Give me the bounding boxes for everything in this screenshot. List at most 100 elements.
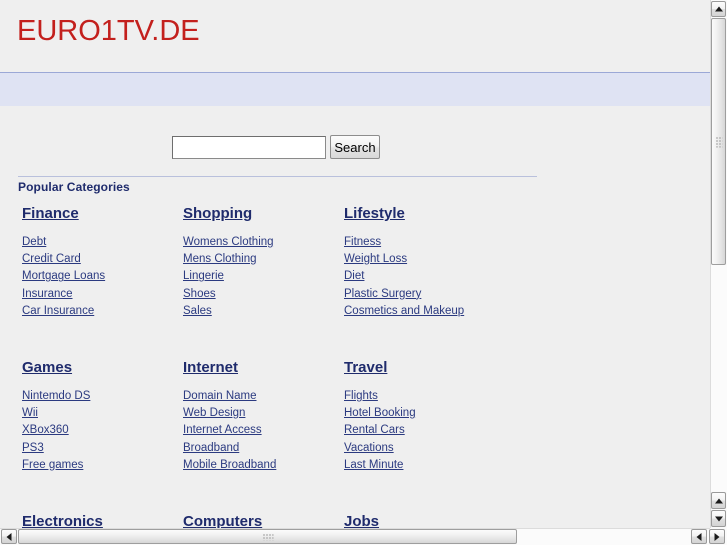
list-item: Shoes [183,285,353,302]
category-heading-internet[interactable]: Internet [183,360,238,376]
category-heading-games[interactable]: Games [22,360,72,376]
category-column-shopping: Shopping Womens Clothing Mens Clothing L… [183,205,353,319]
list-item: Diet [344,267,514,284]
section-divider [18,176,537,177]
list-item: Car Insurance [22,302,192,319]
list-item: Womens Clothing [183,233,353,250]
search-input[interactable] [172,136,326,159]
site-logo[interactable]: EURO1TV.DE [17,15,200,48]
grip-icon [262,533,273,540]
category-link[interactable]: Last Minute [344,459,403,471]
category-link[interactable]: Mortgage Loans [22,270,105,282]
list-item: Mens Clothing [183,250,353,267]
category-link-list: Womens Clothing Mens Clothing Lingerie S… [183,233,353,319]
category-link[interactable]: Womens Clothing [183,236,274,248]
category-heading-lifestyle[interactable]: Lifestyle [344,206,405,222]
category-row: Finance Debt Credit Card Mortgage Loans … [0,205,710,359]
scroll-left-button[interactable] [1,529,17,544]
category-link[interactable]: Credit Card [22,253,81,265]
list-item: Vacations [344,439,514,456]
category-column-lifestyle: Lifestyle Fitness Weight Loss Diet Plast… [344,205,514,319]
category-link[interactable]: Internet Access [183,424,262,436]
list-item: XBox360 [22,421,192,438]
chevron-right-icon [714,532,720,541]
category-column-jobs: Jobs [344,513,514,529]
category-link[interactable]: Debt [22,236,46,248]
category-link[interactable]: Free games [22,459,83,471]
category-link[interactable]: Mens Clothing [183,253,257,265]
list-item: Lingerie [183,267,353,284]
scroll-up-button-bottom[interactable] [711,492,726,509]
category-column-travel: Travel Flights Hotel Booking Rental Cars… [344,359,514,473]
category-heading-computers[interactable]: Computers [183,514,262,529]
category-link[interactable]: Sales [183,305,212,317]
category-heading-finance[interactable]: Finance [22,206,79,222]
list-item: Internet Access [183,421,353,438]
category-heading-electronics[interactable]: Electronics [22,514,103,529]
list-item: Mobile Broadband [183,456,353,473]
category-link[interactable]: Fitness [344,236,381,248]
scroll-right-button[interactable] [709,529,725,544]
list-item: Insurance [22,285,192,302]
category-column-finance: Finance Debt Credit Card Mortgage Loans … [22,205,192,319]
category-link[interactable]: Insurance [22,288,73,300]
grip-icon [715,136,722,147]
category-link[interactable]: Broadband [183,442,239,454]
page-title: Popular Categories [18,180,130,194]
category-link[interactable]: Shoes [183,288,216,300]
list-item: Fitness [344,233,514,250]
list-item: Sales [183,302,353,319]
chevron-up-icon [714,6,723,12]
category-link[interactable]: XBox360 [22,424,69,436]
category-link[interactable]: Nintemdo DS [22,390,90,402]
horizontal-scrollbar-thumb[interactable] [18,529,517,544]
scroll-left-button-corner[interactable] [691,529,707,544]
category-link[interactable]: Hotel Booking [344,407,416,419]
category-heading-jobs[interactable]: Jobs [344,514,379,529]
chevron-up-icon [714,498,723,503]
category-link[interactable]: Diet [344,270,364,282]
list-item: Free games [22,456,192,473]
category-link-list: Flights Hotel Booking Rental Cars Vacati… [344,387,514,473]
category-link[interactable]: Plastic Surgery [344,288,421,300]
scroll-down-button[interactable] [711,510,726,527]
category-link[interactable]: Domain Name [183,390,257,402]
category-column-computers: Computers [183,513,353,529]
list-item: Plastic Surgery [344,285,514,302]
category-link[interactable]: PS3 [22,442,44,454]
browser-window: EURO1TV.DE Search Popular Categories Fin… [0,0,727,545]
category-row: Games Nintemdo DS Wii XBox360 PS3 Free g… [0,359,710,513]
site-header: EURO1TV.DE [0,0,710,72]
category-link[interactable]: Flights [344,390,378,402]
list-item: Flights [344,387,514,404]
list-item: Domain Name [183,387,353,404]
list-item: Cosmetics and Makeup [344,302,514,319]
category-link[interactable]: Rental Cars [344,424,405,436]
chevron-down-icon [714,516,723,521]
category-link[interactable]: Weight Loss [344,253,407,265]
list-item: Debt [22,233,192,250]
category-heading-travel[interactable]: Travel [344,360,387,376]
category-row: Electronics Computers Jobs [0,513,710,529]
list-item: Nintemdo DS [22,387,192,404]
category-link-list: Domain Name Web Design Internet Access B… [183,387,353,473]
category-link[interactable]: Wii [22,407,38,419]
list-item: Weight Loss [344,250,514,267]
list-item: Web Design [183,404,353,421]
category-column-games: Games Nintemdo DS Wii XBox360 PS3 Free g… [22,359,192,473]
scroll-up-button[interactable] [711,1,726,17]
category-link[interactable]: Car Insurance [22,305,94,317]
category-link-list: Debt Credit Card Mortgage Loans Insuranc… [22,233,192,319]
list-item: Last Minute [344,456,514,473]
category-link[interactable]: Mobile Broadband [183,459,276,471]
list-item: Rental Cars [344,421,514,438]
list-item: Wii [22,404,192,421]
category-link[interactable]: Vacations [344,442,394,454]
category-link[interactable]: Cosmetics and Makeup [344,305,464,317]
category-heading-shopping[interactable]: Shopping [183,206,252,222]
category-link[interactable]: Lingerie [183,270,224,282]
search-button[interactable]: Search [330,135,380,159]
category-link[interactable]: Web Design [183,407,245,419]
vertical-scrollbar-thumb[interactable] [711,18,726,265]
list-item: Hotel Booking [344,404,514,421]
